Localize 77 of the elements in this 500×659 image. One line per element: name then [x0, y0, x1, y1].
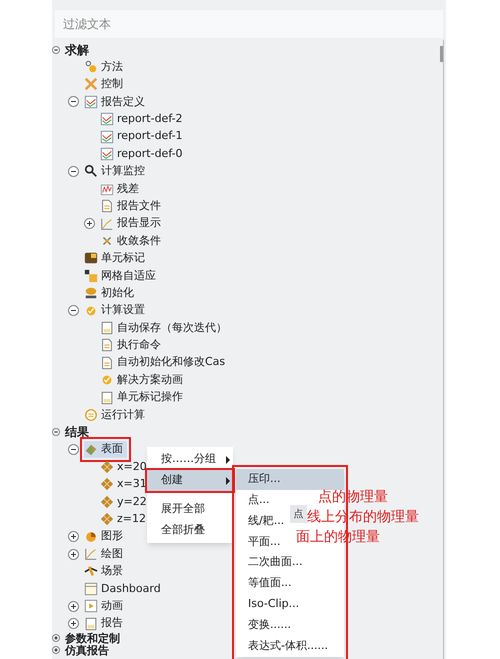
menu-item[interactable]: 创建: [147, 470, 233, 491]
pie-icon: [84, 530, 98, 544]
expand-icon[interactable]: [52, 634, 60, 642]
menu-item[interactable]: 全部折叠: [147, 520, 233, 541]
mesh-icon: [84, 268, 98, 283]
tree-item[interactable]: 单元标记操作: [100, 389, 187, 406]
menu-item[interactable]: 表达式-体积......: [236, 635, 332, 656]
tree-item[interactable]: 残差: [100, 180, 143, 198]
tree-item[interactable]: report-def-0: [100, 146, 187, 162]
menu-item[interactable]: 二次曲面...: [236, 552, 306, 573]
document-icon: [100, 199, 114, 214]
tree-item[interactable]: 报告: [84, 615, 127, 632]
document-icon: [84, 616, 98, 631]
menu-item[interactable]: 等值面...: [236, 572, 296, 594]
tree-item[interactable]: 计算监控: [84, 163, 149, 180]
tree-item[interactable]: 执行命令: [100, 337, 165, 354]
surface-icon: [84, 442, 98, 457]
scrollbar-thumb[interactable]: [440, 46, 443, 62]
tree-item[interactable]: 表面: [84, 441, 127, 458]
menu-item[interactable]: 变换......: [236, 614, 295, 636]
check-icon: [84, 304, 98, 318]
expand-icon[interactable]: [52, 646, 60, 654]
tree-item[interactable]: 绘图: [84, 546, 127, 562]
document-icon: [100, 356, 114, 370]
tree-item[interactable]: 控制: [84, 76, 127, 93]
grid-icon: [100, 477, 114, 492]
check-icon: [100, 373, 114, 388]
tree-heading[interactable]: 求解: [65, 40, 89, 59]
tree-item[interactable]: 方法: [84, 58, 127, 76]
tree-heading[interactable]: 仿真报告: [65, 644, 109, 656]
play-icon: [84, 599, 98, 614]
tooltip: 点: [290, 505, 307, 523]
tree-item[interactable]: 动画: [84, 598, 127, 614]
line-plot-icon: [84, 547, 98, 562]
document-icon: [100, 338, 114, 352]
grid-icon: [100, 494, 114, 509]
scene-icon: [84, 564, 98, 578]
tree-item[interactable]: 报告定义: [84, 94, 149, 110]
tree-item[interactable]: 初始化: [84, 284, 138, 302]
menu-item[interactable]: 线/耙...: [236, 510, 288, 532]
tree-item[interactable]: 图形: [84, 528, 127, 545]
chart-icon: [84, 94, 98, 109]
chart-icon: [100, 147, 114, 162]
tree-item[interactable]: z=12: [100, 510, 150, 528]
graph-icon: [100, 182, 114, 196]
tree-item[interactable]: Dashboard: [84, 580, 165, 598]
search-icon: [84, 164, 98, 178]
tree-heading[interactable]: 结果: [65, 423, 89, 442]
menu-item[interactable]: 平面...: [236, 531, 284, 552]
tree-item[interactable]: 单元标记: [84, 250, 149, 267]
document-icon: [100, 320, 114, 335]
tree-item[interactable]: 运行计算: [84, 406, 149, 424]
menu-item[interactable]: Iso-Clip...: [236, 594, 304, 615]
grid-icon: [100, 460, 114, 474]
cross-icon: [84, 77, 98, 92]
tree-item[interactable]: 报告文件: [100, 198, 165, 214]
tree-item[interactable]: report-def-2: [100, 111, 187, 128]
tree-item[interactable]: report-def-1: [100, 128, 187, 145]
document-icon: [100, 390, 114, 404]
chart-icon: [100, 130, 114, 144]
tree-item[interactable]: 自动初始化和修改Cas: [100, 354, 230, 371]
line-plot-icon: [100, 216, 114, 231]
tree-heading[interactable]: 参数和定制: [65, 632, 120, 644]
tree-item[interactable]: 解决方案动画: [100, 372, 187, 388]
tree-item[interactable]: 场景: [84, 563, 127, 580]
tree-item[interactable]: 计算设置: [84, 302, 149, 319]
tree-item[interactable]: 网格自适应: [84, 268, 160, 284]
menu-item[interactable]: 点...: [236, 490, 274, 511]
menu-item[interactable]: 压印...: [236, 469, 344, 490]
tree-item[interactable]: 自动保存（每次迭代）: [100, 320, 231, 336]
chart-icon: [100, 112, 114, 126]
grid-icon: [100, 512, 114, 526]
tree-item[interactable]: 收敛条件: [100, 232, 165, 250]
tree-item[interactable]: 报告显示: [100, 215, 165, 232]
collapse-icon[interactable]: [52, 428, 60, 436]
panel-icon: [84, 582, 98, 596]
filter-field[interactable]: 过滤文本: [55, 10, 443, 38]
